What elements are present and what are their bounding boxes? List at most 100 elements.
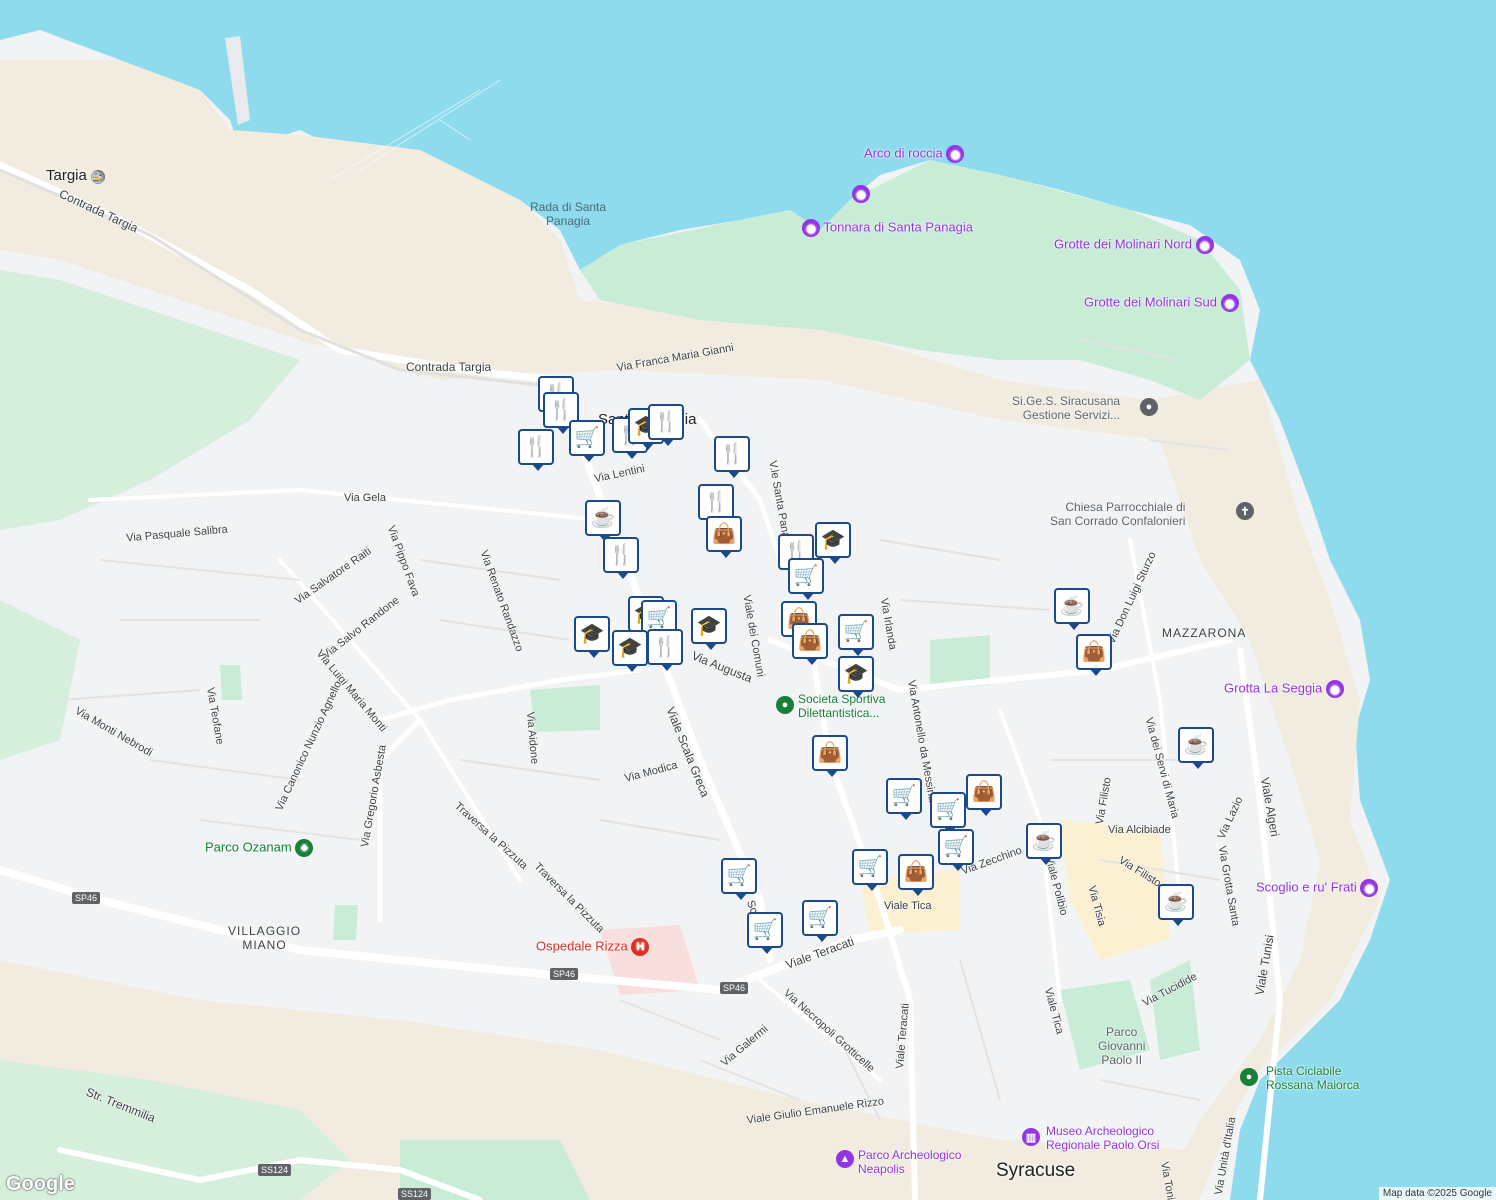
restaurant-icon: 🍴: [652, 636, 678, 658]
map-marker[interactable]: 🛒: [938, 829, 974, 871]
school-icon: 🎓: [696, 615, 722, 637]
poi-pista-ciclabile[interactable]: Pista Ciclabile Rossana Maiorca: [1266, 1064, 1359, 1092]
map-marker[interactable]: 🛒: [838, 614, 874, 656]
road-shield: SS124: [398, 1188, 432, 1200]
shopping-bag-icon: 👜: [711, 523, 737, 545]
map-marker[interactable]: 🛒: [721, 858, 757, 900]
map-marker[interactable]: 👜: [792, 623, 828, 665]
cafe-icon: ☕: [1163, 891, 1189, 913]
school-icon: 🎓: [843, 663, 869, 685]
map-marker[interactable]: 👜: [898, 854, 934, 896]
map-marker[interactable]: 👜: [966, 774, 1002, 816]
poi-camera-marker[interactable]: ◉: [852, 185, 870, 203]
shopping-bag-icon: 👜: [971, 781, 997, 803]
map-marker[interactable]: 🍴: [603, 537, 639, 579]
map-marker[interactable]: ☕: [1054, 588, 1090, 630]
poi-grotta-seggia[interactable]: Grotta La Seggia ◉: [1224, 680, 1344, 698]
map-marker[interactable]: 🛒: [788, 558, 824, 600]
map-marker[interactable]: 🎓: [574, 616, 610, 658]
school-icon: 🎓: [820, 529, 846, 551]
map-marker[interactable]: ☕: [585, 500, 621, 542]
shopping-cart-icon: 🛒: [943, 836, 969, 858]
street-label: Viale Tica: [884, 900, 932, 912]
school-icon: 🎓: [617, 637, 643, 659]
restaurant-icon: 🍴: [523, 436, 549, 458]
pin-icon: ●: [1140, 398, 1158, 416]
shopping-cart-icon: 🛒: [726, 865, 752, 887]
map-marker[interactable]: 🎓: [838, 656, 874, 698]
map-marker[interactable]: ☕: [1026, 823, 1062, 865]
cafe-icon: ☕: [1183, 734, 1209, 756]
map-marker[interactable]: 🛒: [569, 420, 605, 462]
district-label-villaggio-miano: VILLAGGIO MIANO: [228, 924, 302, 952]
poi-parco-archeologico[interactable]: Parco Archeologico Neapolis: [858, 1148, 961, 1176]
restaurant-icon: 🍴: [703, 491, 729, 513]
shopping-bag-icon: 👜: [797, 630, 823, 652]
restaurant-icon: 🍴: [653, 411, 679, 433]
map-marker[interactable]: 🛒: [886, 778, 922, 820]
road-shield: SP46: [720, 982, 749, 994]
poi-arco-di-roccia[interactable]: Arco di roccia ◉: [864, 145, 965, 163]
school-icon: 🎓: [579, 623, 605, 645]
map-marker[interactable]: 🍴: [648, 404, 684, 446]
map-marker[interactable]: 🎓: [691, 608, 727, 650]
map-marker[interactable]: 🍴: [647, 629, 683, 671]
camera-icon: ◉: [946, 145, 965, 163]
street-label: Via Gela: [344, 492, 386, 504]
camera-icon: ◉: [1325, 680, 1344, 698]
shopping-cart-icon: 🛒: [793, 565, 819, 587]
bike-icon: ●: [1240, 1068, 1258, 1086]
place-label-targia[interactable]: Targia 🚉: [46, 167, 106, 184]
map-marker[interactable]: ☕: [1158, 884, 1194, 926]
hospital-icon: H: [631, 938, 650, 956]
tree-icon: ♣: [295, 839, 314, 857]
map-canvas[interactable]: Rada di Santa Panagia Targia 🚉 Santa Pan…: [0, 0, 1496, 1200]
map-marker[interactable]: 🛒: [802, 900, 838, 942]
museum-icon: ▥: [1022, 1128, 1040, 1146]
shopping-cart-icon: 🛒: [752, 919, 778, 941]
district-label-mazzarona: MAZZARONA: [1162, 626, 1247, 640]
poi-chiesa[interactable]: Chiesa Parrocchiale di San Corrado Confa…: [1050, 500, 1185, 528]
map-marker[interactable]: 🛒: [852, 849, 888, 891]
map-marker[interactable]: 🛒: [930, 792, 966, 834]
poi-grotte-sud[interactable]: Grotte dei Molinari Sud ◉: [1084, 294, 1239, 312]
shopping-cart-icon: 🛒: [807, 907, 833, 929]
map-marker[interactable]: 🛒: [747, 912, 783, 954]
map-marker[interactable]: 👜: [812, 735, 848, 777]
poi-societa-sportiva[interactable]: Societa Sportiva Dilettantistica...: [798, 692, 885, 720]
poi-tonnara[interactable]: ◉ Tonnara di Santa Panagia: [802, 219, 973, 237]
map-marker[interactable]: 🎓: [815, 522, 851, 564]
poi-parco-ozanam[interactable]: Parco Ozanam ♣: [205, 839, 314, 857]
poi-scoglio[interactable]: Scoglio e ru' Frati ◉: [1256, 879, 1379, 897]
poi-grotte-nord[interactable]: Grotte dei Molinari Nord ◉: [1054, 236, 1214, 254]
map-marker[interactable]: 🍴: [714, 436, 750, 478]
city-label-syracuse[interactable]: Syracuse: [996, 1160, 1075, 1182]
shopping-cart-icon: 🛒: [935, 799, 961, 821]
camera-icon: ◉: [1220, 294, 1239, 312]
map-attribution[interactable]: Map data ©2025 Google: [1378, 1187, 1496, 1200]
map-marker[interactable]: ☕: [1178, 727, 1214, 769]
road-shield: SP46: [550, 968, 579, 980]
cafe-icon: ☕: [1059, 595, 1085, 617]
water-label-rada: Rada di Santa Panagia: [530, 200, 607, 228]
restaurant-icon: 🍴: [548, 399, 574, 421]
shopping-cart-icon: 🛒: [891, 785, 917, 807]
map-marker[interactable]: 🎓: [612, 630, 648, 672]
monument-icon: ▲: [836, 1150, 854, 1168]
camera-icon: ◉: [802, 219, 820, 237]
restaurant-icon: 🍴: [608, 544, 634, 566]
map-marker[interactable]: 👜: [1076, 634, 1112, 676]
camera-icon: ◉: [852, 185, 870, 203]
park-label-giovanni-paolo: Parco Giovanni Paolo II: [1098, 1025, 1146, 1067]
poi-museo[interactable]: Museo Archeologico Regionale Paolo Orsi: [1046, 1124, 1159, 1152]
shopping-bag-icon: 👜: [903, 861, 929, 883]
poi-sigess[interactable]: Si.Ge.S. Siracusana Gestione Servizi...: [1012, 394, 1120, 422]
map-marker[interactable]: 🍴: [518, 429, 554, 471]
road-shield: SP46: [72, 892, 101, 904]
cafe-icon: ☕: [590, 507, 616, 529]
poi-ospedale[interactable]: Ospedale Rizza H: [536, 938, 650, 956]
shopping-bag-icon: 👜: [1081, 641, 1107, 663]
map-marker[interactable]: 👜: [706, 516, 742, 558]
shopping-cart-icon: 🛒: [574, 427, 600, 449]
map-marker[interactable]: 🍴: [698, 484, 734, 526]
